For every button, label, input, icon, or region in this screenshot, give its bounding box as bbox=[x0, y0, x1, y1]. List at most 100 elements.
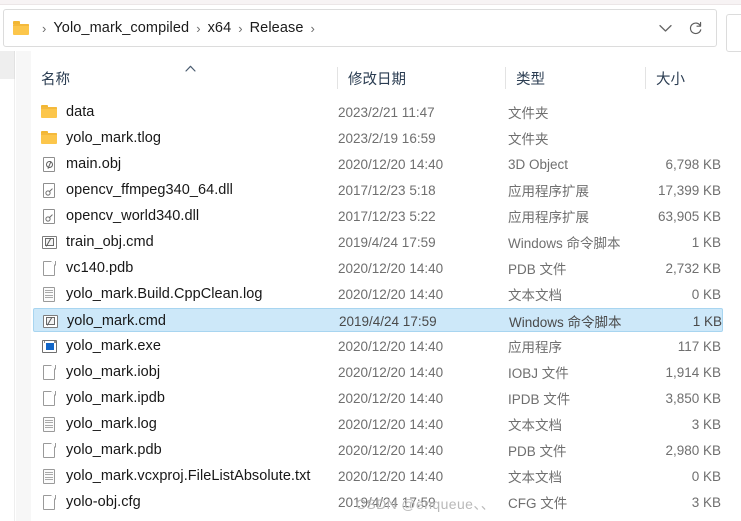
file-row[interactable]: yolo_mark.pdb 2020/12/20 14:40 PDB 文件 2,980… bbox=[33, 438, 723, 462]
file-name-label: yolo_mark.cmd bbox=[67, 313, 166, 329]
file-list: data 2023/2/21 11:47 文件夹 yolo_mark.tlog 2023… bbox=[33, 97, 741, 511]
file-date-cell: 2020/12/20 14:40 bbox=[338, 260, 444, 276]
column-divider-2[interactable] bbox=[505, 67, 506, 89]
chevron-down-icon[interactable] bbox=[650, 13, 680, 43]
file-name-cell[interactable]: opencv_ffmpeg340_64.dll bbox=[41, 178, 233, 202]
file-size-cell bbox=[593, 126, 721, 150]
file-date-cell: 2020/12/20 14:40 bbox=[338, 338, 444, 354]
file-row[interactable]: train_obj.cmd 2019/4/24 17:59 Windows 命令脚本… bbox=[33, 230, 723, 254]
navigation-pane-edge bbox=[0, 51, 33, 521]
file-row[interactable]: yolo_mark.ipdb 2020/12/20 14:40 IPDB 文件 3,8… bbox=[33, 386, 723, 410]
refresh-icon[interactable] bbox=[680, 13, 710, 43]
file-type-cell: 文件夹 bbox=[508, 132, 549, 147]
generic-file-icon bbox=[41, 364, 58, 381]
file-name-cell[interactable]: yolo_mark.iobj bbox=[41, 360, 160, 384]
generic-file-icon bbox=[41, 390, 58, 407]
file-row[interactable]: yolo_mark.exe 2020/12/20 14:40 应用程序 117 KB bbox=[33, 334, 723, 358]
file-type-cell: PDB 文件 bbox=[508, 262, 567, 277]
column-header-date[interactable]: 修改日期 bbox=[348, 60, 406, 96]
file-row[interactable]: yolo_mark.iobj 2020/12/20 14:40 IOBJ 文件 1,9… bbox=[33, 360, 723, 384]
file-type-cell: 文本文档 bbox=[508, 470, 562, 485]
file-size-cell: 1,914 KB bbox=[665, 364, 721, 380]
address-bar[interactable]: › Yolo_mark_compiled › x64 › Release › bbox=[3, 9, 717, 47]
file-size-cell: 1 KB bbox=[692, 313, 722, 329]
file-type-cell: PDB 文件 bbox=[508, 444, 567, 459]
file-date-cell: 2020/12/20 14:40 bbox=[338, 416, 444, 432]
file-type-cell: 应用程序扩展 bbox=[508, 210, 589, 225]
file-date-cell: 2020/12/20 14:40 bbox=[338, 364, 444, 380]
file-row[interactable]: yolo_mark.vcxproj.FileListAbsolute.txt 20… bbox=[33, 464, 723, 488]
file-type-cell: 文本文档 bbox=[508, 418, 562, 433]
file-row[interactable]: opencv_world340.dll 2017/12/23 5:22 应用程序扩展… bbox=[33, 204, 723, 228]
file-row[interactable]: yolo_mark.Build.CppClean.log 2020/12/20 1… bbox=[33, 282, 723, 306]
file-name-label: yolo_mark.tlog bbox=[66, 130, 161, 146]
file-size-cell: 6,798 KB bbox=[665, 156, 721, 172]
file-name-cell[interactable]: yolo_mark.tlog bbox=[41, 126, 161, 150]
file-name-cell[interactable]: main.obj bbox=[41, 152, 121, 176]
file-name-label: yolo_mark.pdb bbox=[66, 442, 162, 458]
file-name-cell[interactable]: vc140.pdb bbox=[41, 256, 133, 280]
watermark-text: CSDN @enqueue、、 bbox=[355, 496, 496, 512]
folder-icon bbox=[13, 20, 32, 36]
file-name-cell[interactable]: opencv_world340.dll bbox=[41, 204, 199, 228]
file-date-cell: 2019/4/24 17:59 bbox=[339, 313, 437, 329]
breadcrumb-item-1[interactable]: x64 bbox=[208, 20, 232, 36]
file-date-cell: 2023/2/19 16:59 bbox=[338, 130, 436, 146]
address-bar-row: › Yolo_mark_compiled › x64 › Release › bbox=[0, 5, 741, 52]
sort-ascending-icon bbox=[185, 65, 196, 72]
column-divider-3[interactable] bbox=[645, 67, 646, 89]
file-date-cell: 2019/4/24 17:59 bbox=[338, 234, 436, 250]
file-date-cell: 2020/12/20 14:40 bbox=[338, 156, 444, 172]
nav-pane-divider bbox=[0, 79, 15, 521]
file-type-cell: IOBJ 文件 bbox=[508, 366, 569, 381]
file-name-cell[interactable]: train_obj.cmd bbox=[41, 230, 154, 254]
file-type-cell: 文本文档 bbox=[508, 288, 562, 303]
generic-file-icon bbox=[41, 442, 58, 459]
file-date-cell: 2020/12/20 14:40 bbox=[338, 468, 444, 484]
file-row[interactable]: data 2023/2/21 11:47 文件夹 bbox=[33, 100, 723, 124]
search-box[interactable] bbox=[726, 14, 741, 52]
column-header-type[interactable]: 类型 bbox=[516, 60, 545, 96]
column-header-size[interactable]: 大小 bbox=[656, 60, 685, 96]
file-row[interactable]: yolo_mark.cmd 2019/4/24 17:59 Windows 命令脚本… bbox=[33, 308, 723, 332]
file-name-label: yolo_mark.log bbox=[66, 416, 157, 432]
breadcrumb-item-2[interactable]: Release bbox=[250, 20, 304, 36]
folder-icon bbox=[41, 104, 58, 121]
file-name-label: yolo_mark.Build.CppClean.log bbox=[66, 286, 263, 302]
file-size-cell: 3,850 KB bbox=[665, 390, 721, 406]
file-name-cell[interactable]: yolo_mark.cmd bbox=[42, 309, 166, 333]
breadcrumb-separator-2: › bbox=[238, 20, 243, 36]
file-row[interactable]: opencv_ffmpeg340_64.dll 2017/12/23 5:18 应用… bbox=[33, 178, 723, 202]
file-name-cell[interactable]: yolo_mark.Build.CppClean.log bbox=[41, 282, 262, 306]
file-row[interactable]: yolo_mark.log 2020/12/20 14:40 文本文档 3 KB bbox=[33, 412, 723, 436]
file-row[interactable]: main.obj 2020/12/20 14:40 3D Object 6,798 K… bbox=[33, 152, 723, 176]
file-name-cell[interactable]: data bbox=[41, 100, 94, 124]
3d-object-file-icon bbox=[41, 156, 58, 173]
file-size-cell: 63,905 KB bbox=[657, 208, 721, 224]
file-type-cell: IPDB 文件 bbox=[508, 392, 571, 407]
file-name-cell[interactable]: yolo_mark.exe bbox=[41, 334, 161, 358]
file-name-label: yolo_mark.ipdb bbox=[66, 390, 166, 406]
file-name-cell[interactable]: yolo_mark.ipdb bbox=[41, 386, 165, 410]
file-size-cell: 0 KB bbox=[691, 286, 721, 302]
file-date-cell: 2023/2/21 11:47 bbox=[338, 104, 435, 120]
file-name-label: data bbox=[66, 104, 95, 120]
file-name-label: opencv_ffmpeg340_64.dll bbox=[66, 182, 233, 198]
breadcrumb-item-0[interactable]: Yolo_mark_compiled bbox=[53, 20, 189, 36]
nav-pane-header-fragment bbox=[0, 51, 15, 79]
file-name-cell[interactable]: yolo_mark.pdb bbox=[41, 438, 162, 462]
file-name-label: yolo_mark.vcxproj.FileListAbsolute.txt bbox=[66, 468, 311, 484]
file-type-cell: 文件夹 bbox=[508, 106, 549, 121]
text-file-icon bbox=[41, 416, 58, 433]
file-name-cell[interactable]: yolo_mark.vcxproj.FileListAbsolute.txt bbox=[41, 464, 310, 488]
column-divider-1[interactable] bbox=[337, 67, 338, 89]
nav-pane-scrollbar-track[interactable] bbox=[16, 51, 31, 521]
file-row[interactable]: vc140.pdb 2020/12/20 14:40 PDB 文件 2,732 KB bbox=[33, 256, 723, 280]
executable-icon bbox=[41, 338, 58, 355]
column-header-name[interactable]: 名称 bbox=[41, 60, 70, 96]
file-type-cell: 应用程序扩展 bbox=[508, 184, 589, 199]
file-name-cell[interactable]: yolo_mark.log bbox=[41, 412, 157, 436]
file-row[interactable]: yolo_mark.tlog 2023/2/19 16:59 文件夹 bbox=[33, 126, 723, 150]
file-name-label: yolo_mark.iobj bbox=[66, 364, 161, 380]
file-type-cell: 应用程序 bbox=[508, 340, 562, 355]
